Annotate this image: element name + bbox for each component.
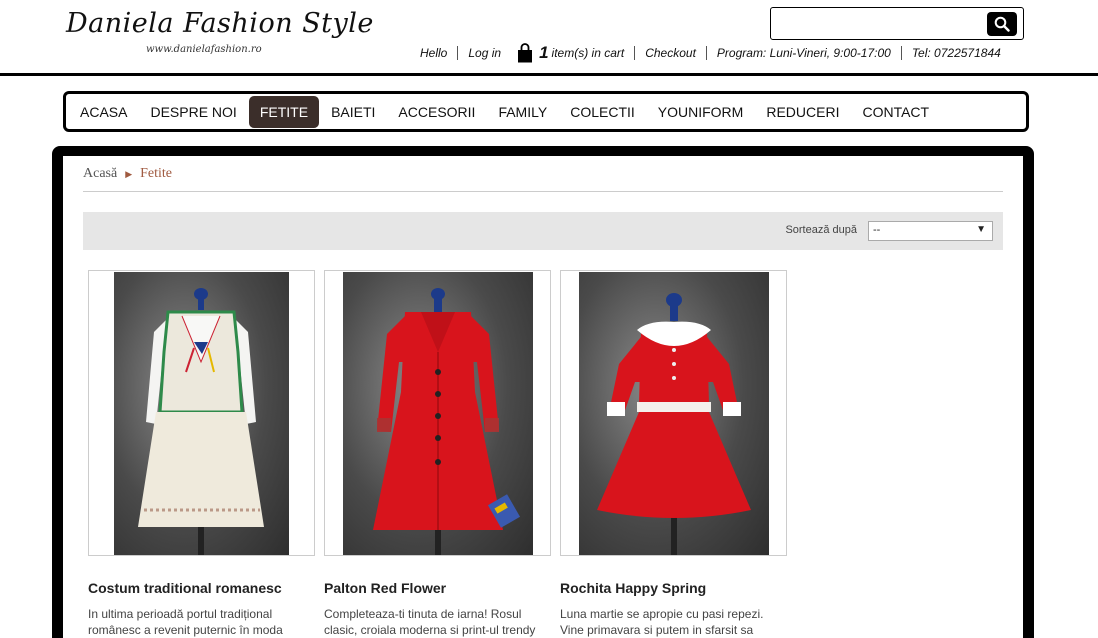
- logo-url: www.danielafashion.ro: [146, 44, 262, 55]
- divider: [900, 46, 902, 60]
- hello-text: Hello: [420, 46, 448, 60]
- main-nav: ACASA DESPRE NOI FETITE BAIETI ACCESORII…: [63, 91, 1029, 132]
- main-content: Acasă ▶ Fetite Sortează după -- ▼ Costum…: [63, 156, 1023, 638]
- product-photo: [579, 272, 769, 555]
- divider: [83, 191, 1003, 192]
- nav-item-family[interactable]: FAMILY: [487, 96, 558, 128]
- nav-item-fetite[interactable]: FETITE: [248, 95, 320, 128]
- divider: [457, 46, 459, 60]
- product-image[interactable]: [324, 270, 551, 556]
- nav-item-colectii[interactable]: COLECTII: [559, 96, 646, 128]
- sort-bar: Sortează după -- ▼: [83, 212, 1003, 250]
- red-dress-icon: [597, 293, 751, 555]
- search-box: [770, 7, 1024, 40]
- nav-item-contact[interactable]: CONTACT: [851, 96, 940, 128]
- product-name[interactable]: Palton Red Flower: [324, 580, 551, 596]
- cart-label: item(s) in cart: [551, 46, 625, 60]
- nav-item-acasa[interactable]: ACASA: [69, 96, 138, 128]
- product-photo: [343, 272, 533, 555]
- breadcrumb-home[interactable]: Acasă: [83, 166, 117, 182]
- product-name[interactable]: Rochita Happy Spring: [560, 580, 787, 596]
- nav-item-reduceri[interactable]: REDUCERI: [755, 96, 850, 128]
- product-name[interactable]: Costum traditional romanesc: [88, 580, 315, 596]
- nav-item-youniform[interactable]: YOUNIFORM: [647, 96, 755, 128]
- breadcrumb-arrow-icon: ▶: [125, 168, 133, 179]
- product-card[interactable]: Costum traditional romanesc In ultima pe…: [88, 270, 315, 638]
- sort-select[interactable]: -- ▼: [868, 221, 993, 241]
- nav-item-baieti[interactable]: BAIETI: [320, 96, 386, 128]
- dropdown-arrow-icon: ▼: [976, 224, 986, 235]
- site-header: Daniela Fashion Style www.danielafashion…: [0, 0, 1098, 76]
- sort-label: Sortează după: [785, 224, 857, 236]
- top-links: Hello Log in 1 item(s) in cart Checkout …: [420, 43, 1001, 63]
- search-button[interactable]: [987, 12, 1017, 36]
- product-image[interactable]: [88, 270, 315, 556]
- product-image[interactable]: [560, 270, 787, 556]
- divider: [634, 46, 636, 60]
- product-description: In ultima perioadă portul tradițional ro…: [88, 607, 283, 637]
- red-coat-icon: [373, 288, 521, 555]
- cart-count: 1: [539, 43, 549, 62]
- product-description: Luna martie se apropie cu pasi repezi. V…: [560, 607, 764, 637]
- program-text: Program: Luni-Vineri, 9:00-17:00: [716, 46, 891, 60]
- product-card[interactable]: Rochita Happy Spring Luna martie se apro…: [560, 270, 787, 638]
- shopping-bag-icon: [518, 43, 533, 63]
- search-input[interactable]: [775, 12, 981, 35]
- logo-text: Daniela Fashion Style: [66, 8, 374, 39]
- breadcrumb-current: Fetite: [140, 166, 173, 181]
- nav-item-accesorii[interactable]: ACCESORII: [387, 96, 486, 128]
- phone-text: Tel: 0722571844: [911, 46, 1001, 60]
- product-photo: [114, 272, 289, 555]
- cart-link[interactable]: 1 item(s) in cart: [517, 43, 624, 63]
- product-description: Completeaza-ti tinuta de iarna! Rosul cl…: [324, 607, 536, 637]
- checkout-link[interactable]: Checkout: [645, 46, 696, 60]
- site-logo[interactable]: Daniela Fashion Style www.danielafashion…: [66, 6, 373, 60]
- product-card[interactable]: Palton Red Flower Completeaza-ti tinuta …: [324, 270, 551, 638]
- breadcrumb: Acasă ▶ Fetite: [83, 166, 172, 182]
- nav-item-despre-noi[interactable]: DESPRE NOI: [139, 96, 247, 128]
- sort-selected-value: --: [873, 224, 881, 236]
- divider: [705, 46, 707, 60]
- search-icon: [994, 16, 1010, 32]
- traditional-costume-icon: [138, 288, 264, 555]
- login-link[interactable]: Log in: [468, 46, 501, 60]
